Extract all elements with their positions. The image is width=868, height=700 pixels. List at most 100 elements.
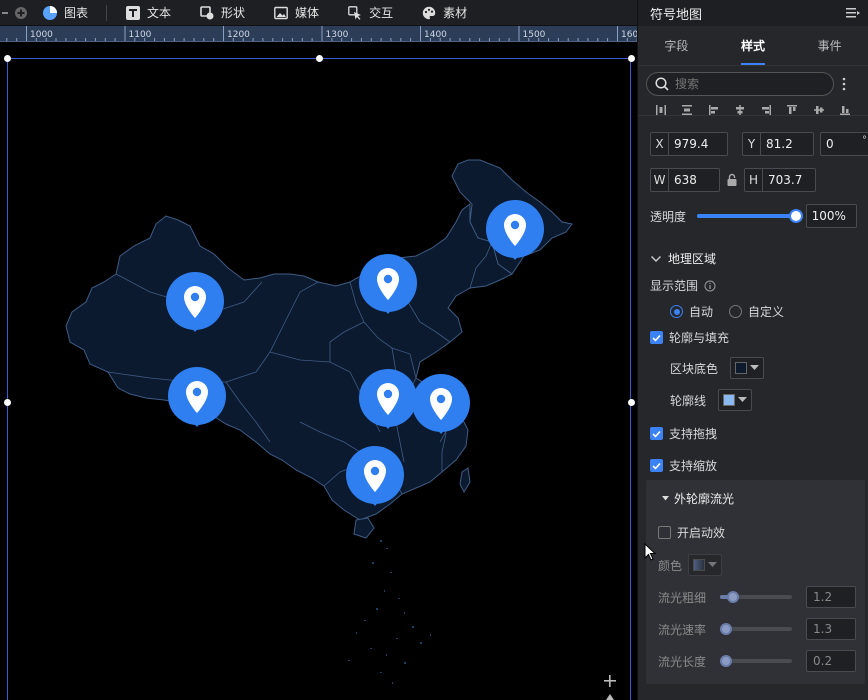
- toolbar-shape[interactable]: 形状: [185, 0, 259, 26]
- toolbar-shape-label: 形状: [221, 6, 246, 20]
- ruler-ticks: 1000 1100 1200 1300 1400 1500 1600: [6, 26, 637, 41]
- minus-icon[interactable]: [2, 6, 10, 20]
- glow-length-slider[interactable]: [720, 655, 792, 667]
- block-color-picker[interactable]: [730, 357, 765, 379]
- lock-icon[interactable]: [726, 173, 738, 187]
- width-field-label: W: [651, 169, 669, 191]
- radio-auto[interactable]: [670, 305, 683, 318]
- rotation-unit: °: [862, 135, 867, 146]
- glow-speed-label: 流光速率: [658, 622, 707, 637]
- glow-speed-knob[interactable]: [720, 623, 732, 635]
- horizontal-ruler: 1000 1100 1200 1300 1400 1500 1600: [0, 26, 637, 42]
- opacity-slider-knob[interactable]: [788, 209, 803, 223]
- search-icon: [655, 77, 669, 91]
- resize-handle-top-right[interactable]: [628, 55, 635, 62]
- tab-fields[interactable]: 字段: [638, 26, 715, 65]
- toolbar-text[interactable]: 文本: [111, 0, 185, 26]
- glow-thickness-label: 流光粗细: [658, 590, 707, 605]
- move-icon[interactable]: [603, 694, 617, 700]
- tab-events-label: 事件: [817, 39, 842, 53]
- distribute-horizontal-icon[interactable]: [656, 104, 667, 115]
- toolbar-media[interactable]: 媒体: [259, 0, 333, 26]
- glow-thickness-knob[interactable]: [727, 591, 740, 603]
- glow-speed-input[interactable]: 1.3: [806, 618, 856, 640]
- more-options-icon[interactable]: [842, 77, 846, 91]
- toolbar-chart[interactable]: 图表: [28, 0, 102, 26]
- glow-color-row: 颜色: [646, 554, 734, 576]
- height-field-value: 703.7: [768, 173, 803, 187]
- search-input[interactable]: [675, 77, 815, 91]
- block-color-swatch: [735, 362, 748, 374]
- resize-handle-top-left[interactable]: [4, 55, 11, 62]
- glow-length-input[interactable]: 0.2: [806, 650, 856, 672]
- glow-section-header[interactable]: 外轮廓流光: [650, 490, 746, 507]
- distribute-vertical-icon[interactable]: [682, 104, 693, 115]
- tab-events[interactable]: 事件: [791, 26, 868, 65]
- caret-down-icon: [708, 562, 718, 567]
- drag-checkbox[interactable]: [650, 427, 663, 440]
- glow-length-knob[interactable]: [720, 655, 732, 667]
- toolbar-interact[interactable]: 交互: [333, 0, 407, 26]
- glow-enable-checkbox[interactable]: [658, 526, 671, 539]
- resize-handle-left[interactable]: [4, 399, 11, 406]
- opacity-slider[interactable]: [696, 209, 803, 223]
- outline-fill-checkbox[interactable]: [650, 331, 663, 344]
- toolbar-edge: [0, 6, 28, 20]
- glow-thickness-slider[interactable]: [720, 591, 792, 603]
- resize-handle-right[interactable]: [628, 399, 635, 406]
- drag-label: 支持拖拽: [669, 427, 718, 441]
- rotation-field[interactable]: 0 °: [820, 132, 868, 156]
- glow-length-row: 流光长度 0.2: [646, 650, 868, 672]
- x-field[interactable]: X 979.4: [650, 132, 728, 156]
- panel-title: 符号地图: [650, 7, 703, 23]
- outline-color-picker[interactable]: [718, 389, 753, 411]
- radio-custom[interactable]: [729, 305, 743, 318]
- glow-speed-row: 流光速率 1.3: [646, 618, 868, 640]
- geo-section-header[interactable]: 地理区域: [638, 250, 728, 267]
- ruler-tick-label: 1300: [326, 30, 349, 40]
- selection-box[interactable]: [7, 58, 631, 700]
- y-field-value: 81.2: [766, 137, 793, 151]
- width-field[interactable]: W 638: [650, 168, 720, 192]
- zoom-in-icon[interactable]: [603, 674, 617, 688]
- opacity-row: 透明度 100%: [638, 204, 868, 228]
- position-row: X 979.4 Y 81.2 0 °: [638, 132, 868, 156]
- y-field[interactable]: Y 81.2: [742, 132, 814, 156]
- tab-style[interactable]: 样式: [715, 26, 792, 65]
- info-icon[interactable]: [704, 280, 716, 292]
- align-center-horizontal-icon[interactable]: [735, 104, 745, 115]
- glow-color-picker[interactable]: [688, 554, 723, 576]
- zoom-checkbox[interactable]: [650, 459, 663, 472]
- align-middle-vertical-icon[interactable]: [813, 104, 824, 114]
- outline-color-label: 轮廓线: [670, 393, 707, 408]
- search-row: [638, 66, 868, 102]
- panel-collapse-icon[interactable]: [846, 7, 860, 19]
- ruler-tick-label: 1600: [621, 30, 637, 40]
- resize-handle-top[interactable]: [316, 55, 323, 62]
- text-icon: [125, 5, 141, 21]
- glow-enable-row: 开启动效: [646, 524, 737, 541]
- outline-color-swatch: [723, 394, 736, 406]
- editor-canvas[interactable]: [0, 42, 637, 700]
- add-circle-icon[interactable]: [14, 6, 28, 20]
- align-top-icon[interactable]: [787, 104, 798, 114]
- align-bottom-icon[interactable]: [839, 104, 850, 115]
- glow-thickness-input[interactable]: 1.2: [806, 586, 856, 608]
- ruler-tick-label: 1400: [424, 30, 447, 40]
- toolbar-assets-label: 素材: [443, 6, 468, 20]
- align-left-icon[interactable]: [708, 104, 719, 115]
- height-field[interactable]: H 703.7: [744, 168, 816, 192]
- mouse-cursor-icon: [644, 543, 656, 561]
- palette-icon: [421, 5, 437, 21]
- toolbar-assets[interactable]: 素材: [407, 0, 481, 26]
- top-toolbar: 图表 文本 形状 媒体 交互 素材: [0, 0, 637, 26]
- opacity-field[interactable]: 100%: [805, 204, 857, 228]
- geo-section-title: 地理区域: [668, 252, 717, 266]
- glow-color-label: 颜色: [658, 558, 683, 573]
- radio-custom-label: 自定义: [748, 305, 785, 319]
- glow-speed-slider[interactable]: [720, 623, 792, 635]
- align-right-icon[interactable]: [761, 104, 772, 115]
- glow-section: 外轮廓流光 开启动效 颜色 流光粗细 1.2 流光速率 1.3 流光长度 0.2: [646, 480, 865, 684]
- glow-enable-label: 开启动效: [677, 526, 726, 540]
- search-box[interactable]: [646, 72, 834, 96]
